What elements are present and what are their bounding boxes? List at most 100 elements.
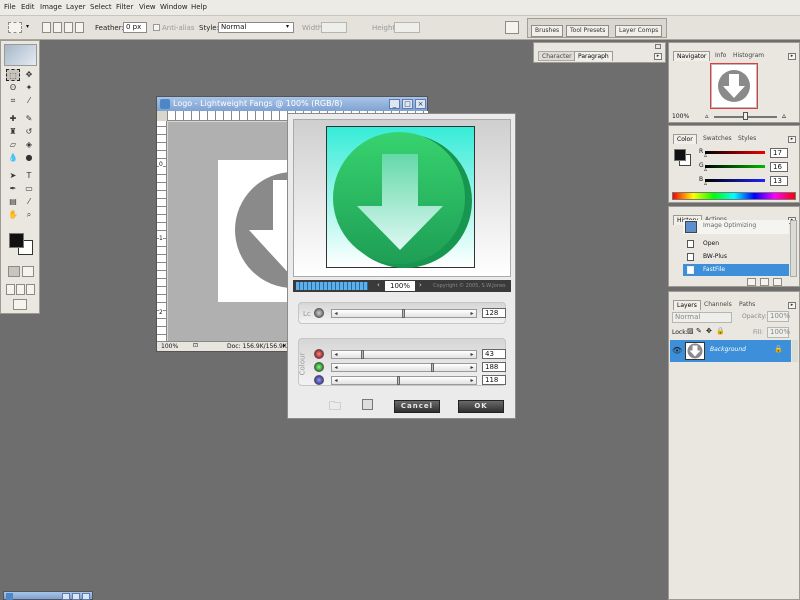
color-fg-swatch[interactable] — [674, 149, 686, 161]
shape-tool-icon[interactable]: ▭ — [22, 183, 36, 195]
layers-scrollbar[interactable] — [792, 340, 798, 362]
history-brush-icon[interactable]: ↺ — [22, 126, 36, 138]
green-right-arrow-icon[interactable]: ▸ — [468, 364, 476, 371]
red-right-arrow-icon[interactable]: ▸ — [468, 351, 476, 358]
status-menu-icon[interactable]: ▸ — [283, 342, 286, 349]
eraser-tool-icon[interactable]: ▱ — [6, 139, 20, 151]
tab-info[interactable]: Info — [712, 51, 729, 61]
tab-color[interactable]: Color — [673, 134, 697, 144]
tab-paragraph[interactable]: Paragraph — [574, 51, 613, 61]
menu-image[interactable]: Image — [40, 3, 62, 11]
panel-menu-icon[interactable]: ▸ — [654, 53, 662, 60]
hand-tool-icon[interactable]: ✋ — [6, 209, 20, 221]
opacity-input[interactable]: 100% — [767, 311, 790, 322]
color-r-input[interactable]: 17 — [770, 148, 788, 158]
file-browser-icon[interactable] — [505, 21, 519, 34]
color-b-slider[interactable] — [705, 179, 765, 182]
minimize-button[interactable]: _ — [389, 99, 400, 109]
menu-edit[interactable]: Edit — [21, 3, 35, 11]
lc-left-arrow-icon[interactable]: ◂ — [332, 310, 340, 317]
green-slider-thumb[interactable] — [431, 363, 435, 372]
tab-paths[interactable]: Paths — [736, 300, 758, 310]
lc-slider[interactable]: ◂ ▸ — [331, 309, 477, 318]
tab-layers[interactable]: Layers — [673, 300, 701, 310]
dodge-tool-icon[interactable]: ● — [22, 152, 36, 164]
history-snapshot-row[interactable]: Image Optimizing — [683, 220, 789, 234]
screen-mode-full-icon[interactable] — [26, 284, 35, 295]
lock-transparent-icon[interactable]: ▨ — [687, 327, 694, 335]
green-left-arrow-icon[interactable]: ◂ — [332, 364, 340, 371]
lc-right-arrow-icon[interactable]: ▸ — [468, 310, 476, 317]
marquee-preset-icon[interactable] — [8, 22, 22, 33]
history-item-fastfile[interactable]: FastFile — [683, 264, 789, 276]
red-slider[interactable]: ◂ ▸ — [331, 350, 477, 359]
red-slider-thumb[interactable] — [360, 350, 364, 359]
tab-swatches[interactable]: Swatches — [700, 134, 735, 144]
lasso-tool-icon[interactable]: ʘ — [6, 82, 20, 94]
ok-button[interactable]: OK — [458, 400, 504, 413]
move-tool-icon[interactable]: ✥ — [22, 69, 36, 81]
path-select-icon[interactable]: ➤ — [6, 170, 20, 182]
well-tab-layer-comps[interactable]: Layer Comps — [615, 25, 663, 37]
red-knob-icon[interactable] — [314, 349, 324, 359]
brush-tool-icon[interactable]: ✎ — [22, 113, 36, 125]
layers-menu-icon[interactable]: ▸ — [788, 302, 796, 309]
width-input[interactable] — [321, 22, 347, 33]
menu-select[interactable]: Select — [90, 3, 112, 11]
menu-file[interactable]: File — [4, 3, 16, 11]
color-g-thumb-icon[interactable]: ▵ — [704, 166, 707, 173]
blue-value[interactable]: 118 — [482, 375, 506, 385]
marquee-tool-icon[interactable]: ⬚ — [6, 69, 20, 81]
standard-mode-icon[interactable] — [8, 266, 20, 277]
zoom-in-arrow-icon[interactable]: › — [419, 281, 422, 289]
tab-histogram[interactable]: Histogram — [730, 51, 767, 61]
lock-all-icon[interactable]: 🔒 — [716, 327, 725, 335]
minimized-restore-icon[interactable] — [62, 593, 70, 600]
subtract-selection-icon[interactable] — [64, 22, 73, 33]
antialias-checkbox[interactable] — [153, 24, 160, 31]
tab-styles[interactable]: Styles — [735, 134, 759, 144]
new-selection-icon[interactable] — [42, 22, 51, 33]
menu-window[interactable]: Window — [160, 3, 188, 11]
slice-tool-icon[interactable]: ⁄ — [22, 95, 36, 107]
notes-tool-icon[interactable]: ▤ — [6, 196, 20, 208]
clone-stamp-icon[interactable]: ♜ — [6, 126, 20, 138]
menu-help[interactable]: Help — [191, 3, 207, 11]
new-document-from-state-icon[interactable] — [747, 278, 756, 286]
panel-close-icon[interactable] — [655, 44, 661, 49]
minimized-document-window[interactable] — [3, 591, 93, 600]
color-spectrum-bar[interactable] — [672, 192, 796, 200]
image-canvas[interactable] — [218, 160, 288, 302]
new-snapshot-icon[interactable] — [760, 278, 769, 286]
history-trash-icon[interactable] — [773, 278, 782, 286]
history-scrollbar[interactable] — [790, 220, 797, 277]
height-input[interactable] — [394, 22, 420, 33]
zoom-out-icon[interactable]: ▵ — [705, 112, 709, 120]
color-r-slider[interactable] — [705, 151, 765, 154]
cancel-button[interactable]: Cancel — [394, 400, 440, 413]
paint-bucket-icon[interactable]: ◈ — [22, 139, 36, 151]
style-dropdown-icon[interactable]: ▾ — [286, 23, 289, 30]
eyedropper-icon[interactable]: ⁄ — [22, 196, 36, 208]
close-button[interactable]: × — [415, 99, 426, 109]
color-r-thumb-icon[interactable]: ▵ — [704, 152, 707, 159]
layer-visibility-eye-icon[interactable]: 👁 — [672, 346, 682, 355]
color-g-input[interactable]: 16 — [770, 162, 788, 172]
jump-to-imageready-icon[interactable] — [13, 299, 27, 310]
type-tool-icon[interactable]: T — [22, 170, 36, 182]
intersect-selection-icon[interactable] — [75, 22, 84, 33]
layer-row-background[interactable]: 👁 Background 🔒 — [670, 340, 791, 362]
color-menu-icon[interactable]: ▸ — [788, 136, 796, 143]
zoom-tool-icon[interactable]: ⌕ — [22, 209, 36, 221]
well-tab-brushes[interactable]: Brushes — [531, 25, 564, 37]
green-knob-icon[interactable] — [314, 362, 324, 372]
crop-tool-icon[interactable]: ⌗ — [6, 95, 20, 107]
navigator-menu-icon[interactable]: ▸ — [788, 53, 796, 60]
green-value[interactable]: 188 — [482, 362, 506, 372]
lock-image-icon[interactable]: ✎ — [696, 327, 702, 335]
zoom-in-icon[interactable]: ▵ — [782, 111, 786, 120]
blend-mode-select[interactable]: Normal — [672, 312, 732, 323]
blue-right-arrow-icon[interactable]: ▸ — [468, 377, 476, 384]
maximize-button[interactable]: □ — [402, 99, 413, 109]
blue-slider-thumb[interactable] — [396, 376, 400, 385]
